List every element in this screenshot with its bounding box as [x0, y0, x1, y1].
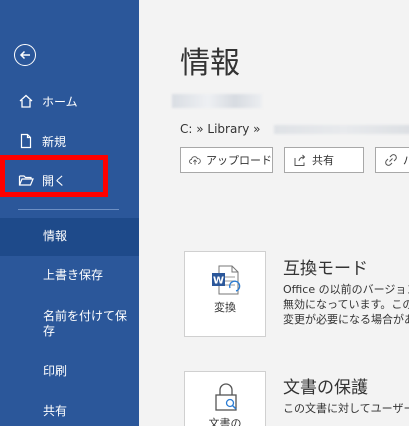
nav-home[interactable]: ホーム — [0, 86, 139, 116]
link-button[interactable]: パ — [375, 147, 409, 173]
nav-share-label: 共有 — [43, 404, 68, 418]
redacted-path — [274, 125, 409, 134]
backstage-sidebar: ホーム 新規 開く 情報 上書き保存 名前を付けて保存 印刷 共有 — [0, 0, 139, 426]
nav-save-as-label: 名前を付けて保存 — [43, 309, 128, 338]
link-icon — [385, 154, 397, 166]
nav-info[interactable]: 情報 — [0, 218, 139, 256]
word-convert-icon: W — [212, 265, 241, 295]
nav-new[interactable]: 新規 — [0, 126, 139, 156]
convert-label: 変換 — [214, 301, 236, 314]
protect-desc-line-1: この文書に対してユーザーが — [283, 402, 409, 415]
upload-button[interactable]: アップロード — [180, 147, 273, 173]
redacted-filename — [172, 94, 262, 108]
new-document-icon — [20, 133, 32, 149]
compat-desc-line-1: Office の以前のバージョン — [283, 283, 409, 296]
protect-document-card[interactable]: 文書の — [184, 371, 266, 426]
back-button[interactable] — [14, 44, 36, 66]
compat-desc-line-3: 変更が必要になる場合があ — [283, 313, 409, 326]
nav-save-as[interactable]: 名前を付けて保存 — [0, 309, 139, 339]
nav-print[interactable]: 印刷 — [0, 364, 139, 379]
lock-icon — [215, 383, 237, 411]
convert-card[interactable]: W 変換 — [184, 251, 266, 337]
nav-new-label: 新規 — [42, 134, 67, 149]
highlight-annotation — [0, 155, 108, 197]
compat-desc-line-2: 無効になっています。このフ — [283, 298, 409, 311]
compat-mode-title: 互換モード — [283, 259, 368, 279]
page-title: 情報 — [180, 46, 240, 81]
share-icon — [294, 154, 306, 166]
home-icon — [19, 94, 33, 108]
file-path: C: » Library » — [180, 122, 261, 136]
share-button[interactable]: 共有 — [284, 147, 364, 173]
nav-home-label: ホーム — [42, 94, 78, 109]
back-arrow-icon — [19, 50, 30, 60]
nav-share[interactable]: 共有 — [0, 404, 139, 419]
link-label: パ — [403, 154, 409, 167]
protect-card-label: 文書の — [208, 417, 242, 426]
share-label: 共有 — [312, 154, 334, 167]
info-pane: 情報 C: » Library » アップロード 共有 パ W 変換 互換モード… — [139, 0, 409, 426]
protect-document-title: 文書の保護 — [283, 378, 368, 398]
upload-label: アップロード — [206, 154, 272, 167]
sidebar-divider — [18, 209, 119, 210]
cloud-upload-icon — [189, 156, 201, 165]
svg-text:W: W — [213, 276, 224, 287]
nav-save[interactable]: 上書き保存 — [0, 268, 139, 283]
nav-info-label: 情報 — [43, 229, 68, 243]
nav-print-label: 印刷 — [43, 364, 68, 378]
nav-save-label: 上書き保存 — [43, 268, 104, 282]
